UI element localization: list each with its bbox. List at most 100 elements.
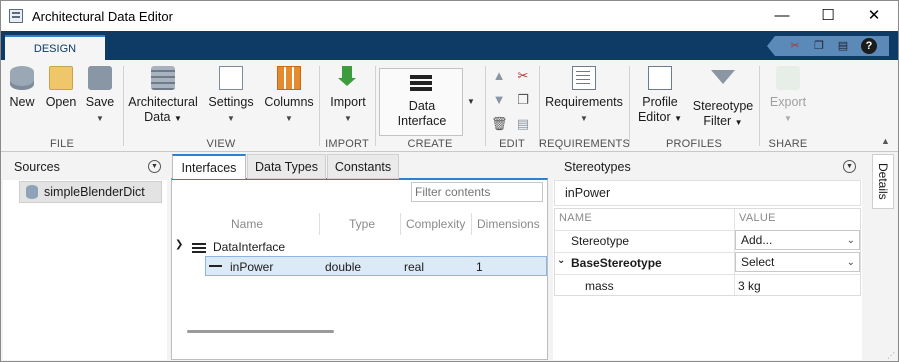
group-label-profiles: PROFILES [665, 138, 722, 150]
close-button[interactable]: ✕ [851, 1, 897, 31]
window-title: Architectural Data Editor [32, 9, 173, 24]
chevron-down-icon: ▼ [285, 114, 293, 123]
property-header-value: VALUE [739, 212, 776, 224]
tab-design[interactable]: DESIGN [5, 35, 105, 60]
tab-data-types[interactable]: Data Types [247, 154, 326, 179]
base-stereotype-dropdown[interactable]: Select ⌄ [735, 252, 860, 272]
divider [759, 66, 760, 146]
help-icon[interactable]: ? [861, 38, 877, 54]
divider [485, 66, 486, 146]
chevron-down-icon: ⌄ [846, 257, 855, 268]
group-label-requirements: REQUIREMENTS [539, 138, 631, 150]
chevron-down-icon: ▼ [580, 114, 588, 123]
paste-icon[interactable]: ▤ [835, 38, 851, 54]
data-interface-button[interactable]: Data Interface [379, 68, 463, 136]
new-button[interactable]: New [7, 66, 37, 110]
horizontal-scrollbar[interactable] [187, 330, 334, 333]
group-label-file: FILE [49, 138, 75, 150]
collapse-toolstrip-icon[interactable]: ▲ [881, 136, 890, 146]
chevron-down-icon: ▼ [784, 114, 792, 123]
group-label-import: IMPORT [325, 138, 369, 150]
columns-button[interactable]: Columns ▼ [262, 66, 316, 126]
data-interface-icon [192, 243, 206, 245]
profile-editor-icon [648, 66, 672, 90]
chevron-down-icon: ▼ [227, 114, 235, 123]
copy-icon[interactable]: ❐ [811, 38, 827, 54]
column-header-type[interactable]: Type [349, 217, 375, 231]
group-label-share: SHARE [768, 138, 808, 150]
property-header-name: NAME [559, 212, 592, 224]
mass-value[interactable]: 3 kg [738, 279, 761, 293]
save-icon [88, 66, 112, 90]
element-icon [209, 265, 222, 267]
settings-button[interactable]: Settings ▼ [205, 66, 257, 126]
details-tab[interactable]: Details [872, 154, 894, 209]
open-button[interactable]: Open [43, 66, 79, 110]
divider [319, 213, 320, 235]
architectural-data-button[interactable]: Architectural Data ▼ [127, 66, 199, 126]
stereotype-dropdown[interactable]: Add... ⌄ [735, 230, 860, 250]
column-header-complexity[interactable]: Complexity [406, 217, 465, 231]
app-window: Architectural Data Editor — ☐ ✕ DESIGN ✂… [0, 0, 899, 362]
chevron-down-icon: ▼ [96, 114, 104, 123]
title-bar: Architectural Data Editor — ☐ ✕ [1, 1, 898, 31]
create-dropdown-button[interactable]: ▼ [463, 68, 479, 136]
import-button[interactable]: Import ▼ [325, 66, 371, 126]
divider [400, 213, 401, 235]
row-type: double [325, 260, 362, 274]
chevron-down-icon[interactable]: ▼ [843, 160, 856, 173]
open-folder-icon [49, 66, 73, 90]
column-header-dimensions[interactable]: Dimensions [477, 217, 540, 231]
minimize-button[interactable]: — [759, 1, 805, 31]
quick-access-toolbar: ✂ ❐ ▤ ? [767, 36, 889, 56]
app-icon [9, 9, 23, 23]
copy-icon[interactable]: ❐ [515, 92, 531, 108]
row-dimensions: 1 [476, 260, 483, 274]
property-name: Stereotype [571, 234, 630, 248]
group-label-create: CREATE [407, 138, 453, 150]
divider [319, 66, 320, 146]
tab-constants[interactable]: Constants [327, 154, 399, 179]
export-button[interactable]: Export ▼ [765, 66, 811, 126]
stereotype-filter-button[interactable]: Stereotype Filter ▼ [691, 66, 755, 130]
filter-icon [711, 70, 735, 84]
delete-icon[interactable]: 🗑 [491, 116, 508, 132]
divider [471, 213, 472, 235]
dictionary-icon [26, 185, 38, 199]
chevron-down-icon: ⌄ [846, 235, 855, 246]
divider [629, 66, 630, 146]
toolstrip: New Open Save ▼ FILE Architectural Data … [1, 60, 898, 152]
move-up-icon[interactable]: ▲ [491, 68, 507, 84]
new-database-icon [10, 66, 34, 90]
chevron-down-icon: ▼ [674, 114, 683, 123]
interface-name[interactable]: DataInterface [213, 240, 285, 254]
filter-input[interactable] [411, 182, 543, 202]
resize-grip[interactable]: ⋰ [887, 351, 895, 360]
requirements-button[interactable]: Requirements ▼ [543, 66, 625, 126]
save-button[interactable]: Save ▼ [83, 66, 117, 126]
export-icon [776, 66, 800, 90]
cut-icon[interactable]: ✂ [515, 68, 531, 84]
chevron-down-icon[interactable]: ❯ [175, 239, 183, 250]
ribbon-tabstrip: DESIGN ✂ ❐ ▤ ? [1, 31, 898, 60]
divider [539, 66, 540, 146]
requirements-icon [572, 66, 596, 90]
chevron-down-icon: ▼ [344, 114, 352, 123]
chevron-down-icon: ▼ [173, 114, 182, 123]
cut-icon[interactable]: ✂ [787, 38, 803, 54]
data-interface-icon [410, 75, 432, 79]
columns-icon [277, 66, 301, 90]
maximize-button[interactable]: ☐ [805, 1, 851, 31]
profile-editor-button[interactable]: Profile Editor ▼ [635, 66, 685, 126]
column-header-name[interactable]: Name [231, 217, 263, 231]
property-name: BaseStereotype [571, 256, 662, 270]
divider [123, 66, 124, 146]
architectural-data-icon [151, 66, 175, 90]
tab-interfaces[interactable]: Interfaces [172, 154, 246, 179]
move-down-icon[interactable]: ▼ [491, 92, 507, 108]
chevron-down-icon[interactable]: ▼ [148, 160, 161, 173]
paste-icon[interactable]: ▤ [515, 116, 531, 132]
chevron-down-icon[interactable]: ⌄ [557, 255, 565, 266]
group-label-view: VIEW [206, 138, 236, 150]
source-item[interactable]: simpleBlenderDict [19, 181, 162, 203]
